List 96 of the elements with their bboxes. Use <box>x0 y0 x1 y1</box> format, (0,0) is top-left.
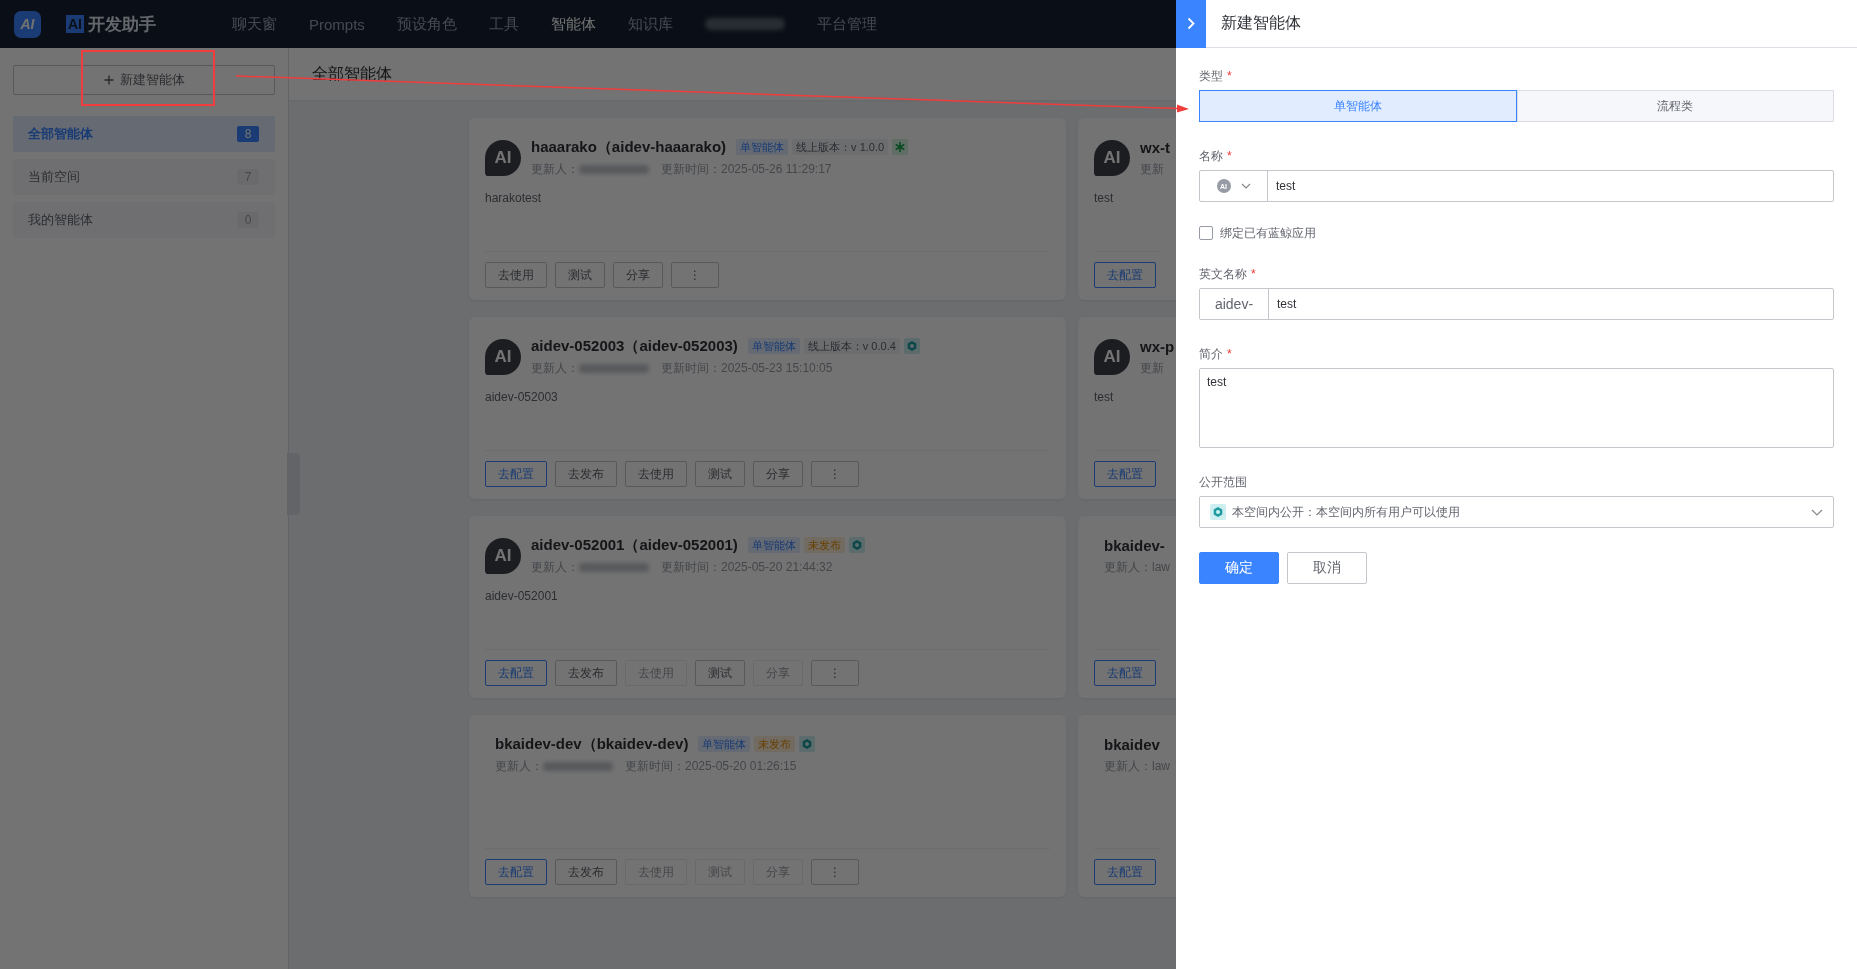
action-button[interactable]: 去配置 <box>1094 262 1156 288</box>
caret-icon <box>1240 183 1251 189</box>
segment-option[interactable]: 单智能体 <box>1199 90 1517 122</box>
action-button[interactable]: 去使用 <box>625 461 687 487</box>
action-button[interactable]: ⋮ <box>811 461 859 487</box>
nav-link[interactable]: 聊天窗 <box>232 14 277 34</box>
agent-description: test <box>1094 191 1115 205</box>
sidebar-item-label: 我的智能体 <box>28 211 93 229</box>
nav-link[interactable]: 平台管理 <box>816 14 877 34</box>
scope-icon <box>1210 504 1226 520</box>
action-button[interactable]: 测试 <box>695 461 745 487</box>
agent-title: aidev-052001（aidev-052001) <box>531 535 738 555</box>
agent-avatar: AI <box>485 538 521 574</box>
agent-description: harakotest <box>485 191 543 205</box>
action-button[interactable]: 去发布 <box>555 859 617 885</box>
sidebar-item-label: 全部智能体 <box>28 125 93 143</box>
blurred-nav-item[interactable] <box>704 18 785 30</box>
checkbox-label: 绑定已有蓝鲸应用 <box>1220 224 1316 242</box>
action-button[interactable]: 去发布 <box>555 660 617 686</box>
caret-icon <box>1811 508 1823 516</box>
nav-link[interactable]: Prompts <box>309 15 365 33</box>
logo-icon: AI <box>14 10 41 38</box>
select-value: 本空间内公开：本空间内所有用户可以使用 <box>1232 503 1461 521</box>
status-tag: 未发布 <box>754 736 796 752</box>
new-agent-button[interactable]: 新建智能体 <box>13 65 275 95</box>
action-button[interactable]: ⋮ <box>671 262 719 288</box>
field-label: 英文名称 <box>1199 266 1247 283</box>
plus-icon <box>103 75 114 85</box>
action-button[interactable]: 测试 <box>555 262 605 288</box>
agent-description: aidev-052003 <box>485 390 559 404</box>
sidebar-item[interactable]: 全部智能体 8 <box>13 116 275 152</box>
action-button[interactable]: 分享 <box>753 461 803 487</box>
agent-avatar: AI <box>485 140 521 176</box>
agent-title: bkaidev-dev（bkaidev-dev) <box>495 734 689 754</box>
scope-select[interactable]: 本空间内公开：本空间内所有用户可以使用 <box>1199 496 1834 528</box>
app-title: 开发助手 <box>88 13 156 36</box>
field-label: 公开范围 <box>1199 474 1247 491</box>
action-button[interactable]: 去配置 <box>1094 461 1156 487</box>
action-button[interactable]: 去配置 <box>1094 660 1156 686</box>
nav-link[interactable]: 智能体 <box>550 14 596 34</box>
collapse-drawer-button[interactable] <box>1176 0 1206 48</box>
checkbox[interactable] <box>1199 226 1213 240</box>
confirm-button[interactable]: 确定 <box>1199 552 1279 584</box>
status-tag: 未发布 <box>803 537 845 553</box>
status-tag: 线上版本：v 0.0.4 <box>803 338 900 354</box>
agent-title: bkaidev- <box>1104 536 1165 554</box>
required-mark: * <box>1227 148 1232 165</box>
english-name-input[interactable]: test <box>1269 289 1833 319</box>
sidebar-item-label: 当前空间 <box>28 168 80 186</box>
agent-avatar: AI <box>1094 140 1130 176</box>
agent-title: bkaidev <box>1104 735 1160 753</box>
agent-title: aidev-052003（aidev-052003) <box>531 336 738 356</box>
segment-option[interactable]: 流程类 <box>1516 90 1834 122</box>
action-button[interactable]: 去发布 <box>555 461 617 487</box>
action-button[interactable]: 去配置 <box>485 660 547 686</box>
agent-title: wx-p <box>1140 337 1175 355</box>
nav-link[interactable]: 知识库 <box>627 14 673 34</box>
agent-avatar: AI <box>485 339 521 375</box>
field-label: 简介 <box>1199 346 1223 363</box>
nav-link[interactable]: 预设角色 <box>396 14 457 34</box>
agent-description: aidev-052001 <box>485 589 559 603</box>
agent-title: haaarako（aidev-haaarako) <box>531 137 727 157</box>
action-button[interactable]: 去使用 <box>485 262 547 288</box>
required-mark: * <box>1227 346 1232 363</box>
status-tag: 单智能体 <box>747 537 800 553</box>
required-mark: * <box>1227 68 1232 85</box>
app-badge: AI <box>66 15 84 33</box>
drawer-title: 新建智能体 <box>1221 13 1301 33</box>
input-prefix: aidev- <box>1200 289 1269 319</box>
status-tag: 单智能体 <box>736 139 789 155</box>
action-button[interactable]: 去配置 <box>485 461 547 487</box>
description-textarea[interactable]: test <box>1199 368 1834 448</box>
agent-title: wx-t <box>1140 138 1170 156</box>
cancel-button[interactable]: 取消 <box>1287 552 1367 584</box>
agent-avatar: AI <box>1094 339 1130 375</box>
status-tag: 单智能体 <box>698 736 751 752</box>
action-button[interactable]: ⋮ <box>811 660 859 686</box>
action-button[interactable]: 去配置 <box>485 859 547 885</box>
scope-icon <box>892 139 909 155</box>
scope-icon <box>903 338 920 354</box>
status-tag: 单智能体 <box>747 338 800 354</box>
status-tag: 线上版本：v 1.0.0 <box>792 139 889 155</box>
scope-icon <box>848 537 865 553</box>
english-name-field[interactable]: aidev- test <box>1199 288 1834 320</box>
action-button[interactable]: 去配置 <box>1094 859 1156 885</box>
scope-icon <box>799 736 816 752</box>
agent-description: test <box>1094 390 1115 404</box>
field-label: 类型 <box>1199 68 1223 85</box>
chevron-right-icon <box>1187 17 1195 30</box>
action-button[interactable]: ⋮ <box>811 859 859 885</box>
count-badge: 8 <box>237 126 259 142</box>
required-mark: * <box>1251 266 1256 283</box>
field-label: 名称 <box>1199 148 1223 165</box>
action-button[interactable]: 分享 <box>613 262 663 288</box>
action-button[interactable]: 测试 <box>695 660 745 686</box>
name-input[interactable]: test <box>1268 171 1833 201</box>
